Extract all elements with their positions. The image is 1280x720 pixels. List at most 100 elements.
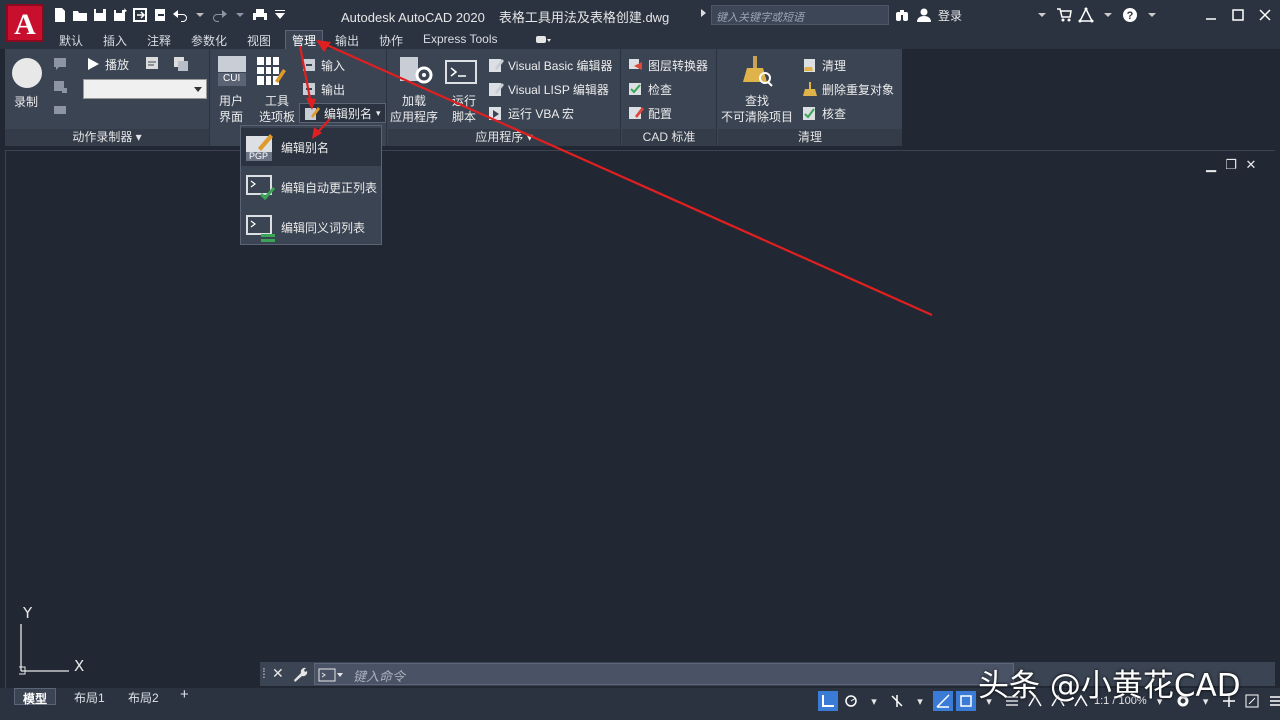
action-request-icon [53,79,67,96]
find-label-1[interactable]: 查找 [745,92,769,109]
add-layout-icon[interactable]: + [172,685,197,703]
close-window-button[interactable] [1254,5,1276,25]
command-input[interactable]: 键入命令 [314,663,1014,685]
tab-collaborate[interactable]: 协作 [379,31,403,49]
polar-tracking-icon[interactable] [841,691,861,711]
save-icon[interactable] [92,7,108,23]
tab-express-tools[interactable]: Express Tools [423,31,497,49]
application-menu-button[interactable]: A [6,4,44,42]
autodesk-a360-icon[interactable] [1078,7,1094,23]
open-web-icon[interactable] [132,7,148,23]
plot-printer-icon[interactable] [252,7,268,23]
layout-tab-model[interactable]: 模型 [14,688,57,706]
overkill-label: 删除重复对象 [822,82,895,97]
purge-button[interactable]: 清理 [802,56,846,74]
search-expand-icon[interactable] [701,9,706,17]
recent-commands-icon[interactable] [318,668,344,685]
import-button[interactable]: 输入 [301,56,345,74]
sign-in-dropdown-icon[interactable] [1034,7,1050,23]
tab-annotate[interactable]: 注释 [147,31,171,49]
layout-tab-1[interactable]: 布局1 [66,688,113,705]
fullscreen-icon[interactable] [1242,691,1262,711]
record-button-icon[interactable] [11,57,43,92]
undo-icon[interactable] [172,7,188,23]
load-label-1[interactable]: 加载 [402,92,426,109]
tab-parametric[interactable]: 参数化 [191,31,227,49]
record-label[interactable]: 录制 [14,93,38,110]
standards-configure-button[interactable]: 配置 [628,104,672,122]
tab-insert[interactable]: 插入 [103,31,127,49]
sign-in-label[interactable]: 登录 [938,7,962,24]
visual-basic-editor-button[interactable]: Visual Basic 编辑器 [488,56,612,74]
run-script-icon[interactable] [444,59,478,88]
help-dropdown-icon[interactable] [1144,7,1160,23]
find-non-purgeable-icon[interactable] [743,54,773,91]
visual-lisp-editor-button[interactable]: Visual LISP 编辑器 [488,80,609,98]
isodraft-icon[interactable] [887,691,907,711]
load-application-icon[interactable] [398,55,434,90]
undo-dropdown-icon[interactable] [192,7,208,23]
tool-palettes-icon[interactable] [255,55,287,90]
edit-aliases-button[interactable]: 编辑别名 ▾ [299,103,386,123]
redo-dropdown-icon[interactable] [232,7,248,23]
tab-manage[interactable]: 管理 [285,30,324,49]
object-snap-tracking-icon[interactable] [933,691,953,711]
search-input[interactable]: 键入关键字或短语 [711,5,889,25]
run-vba-macro-button[interactable]: 运行 VBA 宏 [488,104,574,122]
isodraft-dropdown-icon[interactable]: ▾ [910,691,930,711]
maximize-window-button[interactable] [1227,5,1249,25]
tool-palettes-label-2[interactable]: 选项板 [259,108,295,125]
user-icon[interactable] [916,7,932,23]
wrench-icon[interactable] [292,666,308,685]
tab-view[interactable]: 视图 [247,31,271,49]
shopping-cart-icon[interactable] [1056,7,1072,23]
action-macro-select[interactable] [83,79,207,99]
new-file-icon[interactable] [52,7,68,23]
menu-item-edit-autocorrect-list[interactable]: 编辑自动更正列表 [241,168,381,206]
save-as-icon[interactable] [112,7,128,23]
user-interface-label-1[interactable]: 用户 [219,92,243,109]
save-web-icon[interactable] [152,7,168,23]
layout-tab-2[interactable]: 布局2 [120,688,167,705]
menu-item-edit-synonym-list[interactable]: 编辑同义词列表 [241,208,381,246]
tab-default[interactable]: 默认 [59,31,83,49]
command-close-icon[interactable]: ✕ [272,665,284,682]
user-interface-label-2[interactable]: 界面 [219,108,243,125]
panel-title-applications[interactable]: 应用程序 ▾ [388,129,620,146]
drawing-viewport[interactable]: ▁ ❐ ✕ Y X [5,150,1275,688]
find-label-2[interactable]: 不可清除项目 [721,108,793,125]
customize-qat-icon[interactable] [272,7,288,23]
ortho-snap-icon[interactable] [818,691,838,711]
polar-dropdown-icon[interactable]: ▾ [864,691,884,711]
tool-palettes-label-1[interactable]: 工具 [265,92,289,109]
command-line-grip-icon[interactable]: ⁞ [262,665,266,681]
play-button[interactable]: 播放 [85,55,129,73]
tab-output[interactable]: 输出 [335,31,359,49]
action-manage-icon[interactable] [173,56,189,75]
viewport-restore-icon[interactable]: ❐ [1225,158,1237,171]
cui-icon[interactable]: CUI [217,55,247,90]
help-icon[interactable]: ? [1122,7,1138,23]
run-script-label-1[interactable]: 运行 [452,92,476,109]
binoculars-icon[interactable] [894,7,910,23]
redo-icon[interactable] [212,7,228,23]
object-snap-icon[interactable] [956,691,976,711]
viewport-minimize-icon[interactable]: ▁ [1205,158,1217,171]
svg-text:?: ? [1127,10,1134,22]
minimize-window-button[interactable] [1200,5,1222,25]
export-button[interactable]: 输出 [301,80,345,98]
panel-title-action-recorder[interactable]: 动作录制器 ▾ [5,129,209,146]
run-script-label-2[interactable]: 脚本 [452,108,476,125]
panel-title-cad-standards: CAD 标准 [622,129,716,146]
customize-statusbar-icon[interactable] [1265,691,1280,711]
audit-button[interactable]: 核查 [802,104,846,122]
standards-check-button[interactable]: 检查 [628,80,672,98]
layer-translator-button[interactable]: 图层转换器 [628,56,708,74]
action-preferences-icon[interactable] [145,56,161,75]
overkill-button[interactable]: 删除重复对象 [802,80,894,98]
viewport-close-icon[interactable]: ✕ [1245,158,1257,171]
open-folder-icon[interactable] [72,7,88,23]
menu-item-edit-aliases[interactable]: PGP 编辑别名 [241,128,381,166]
a360-dropdown-icon[interactable] [1100,7,1116,23]
load-label-2[interactable]: 应用程序 [390,108,438,125]
